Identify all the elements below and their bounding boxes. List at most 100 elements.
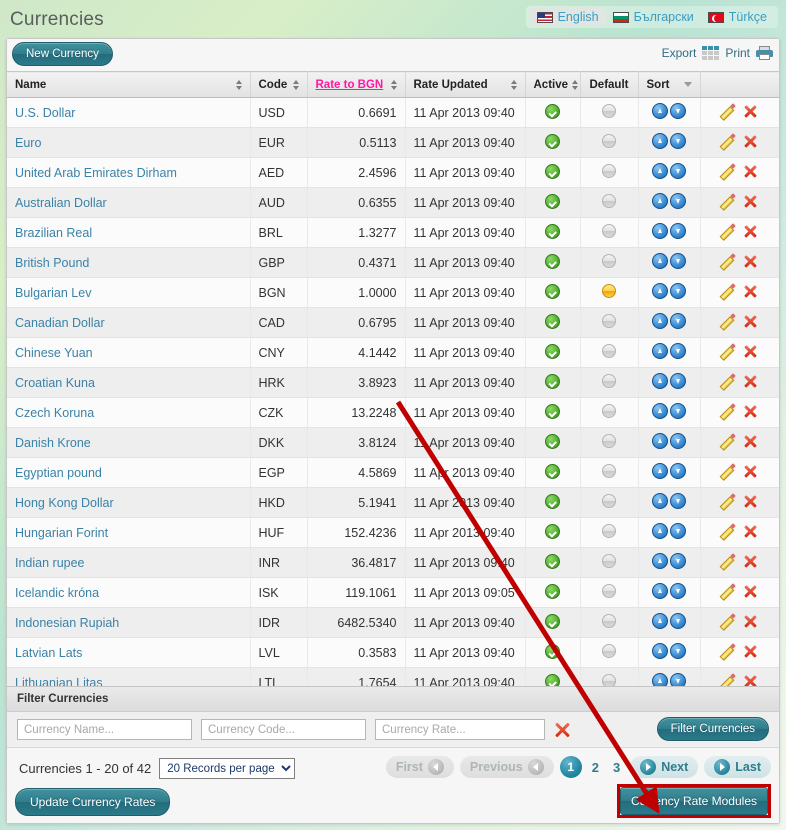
move-up-icon[interactable] bbox=[652, 343, 668, 359]
move-down-icon[interactable] bbox=[670, 673, 686, 686]
column-header-rate-updated[interactable]: Rate Updated bbox=[405, 72, 525, 98]
currency-name-link[interactable]: Bulgarian Lev bbox=[15, 286, 91, 300]
move-up-icon[interactable] bbox=[652, 643, 668, 659]
delete-icon[interactable] bbox=[743, 164, 758, 179]
pagination-previous-button[interactable]: Previous bbox=[460, 756, 554, 778]
move-down-icon[interactable] bbox=[670, 253, 686, 269]
move-up-icon[interactable] bbox=[652, 103, 668, 119]
move-up-icon[interactable] bbox=[652, 403, 668, 419]
edit-icon[interactable] bbox=[722, 464, 737, 479]
currency-name-link[interactable]: U.S. Dollar bbox=[15, 106, 75, 120]
new-currency-button[interactable]: New Currency bbox=[12, 42, 113, 66]
move-down-icon[interactable] bbox=[670, 133, 686, 149]
default-off-icon[interactable] bbox=[602, 644, 616, 658]
move-down-icon[interactable] bbox=[670, 433, 686, 449]
delete-icon[interactable] bbox=[743, 254, 758, 269]
move-up-icon[interactable] bbox=[652, 673, 668, 686]
sort-arrows-icon[interactable] bbox=[293, 80, 299, 90]
currency-name-link[interactable]: British Pound bbox=[15, 256, 89, 270]
move-up-icon[interactable] bbox=[652, 223, 668, 239]
move-down-icon[interactable] bbox=[670, 583, 686, 599]
move-up-icon[interactable] bbox=[652, 523, 668, 539]
default-off-icon[interactable] bbox=[602, 524, 616, 538]
move-up-icon[interactable] bbox=[652, 583, 668, 599]
default-off-icon[interactable] bbox=[602, 194, 616, 208]
currency-name-link[interactable]: Egyptian pound bbox=[15, 466, 102, 480]
move-up-icon[interactable] bbox=[652, 253, 668, 269]
active-check-icon[interactable] bbox=[545, 434, 560, 449]
pagination-next-button[interactable]: Next bbox=[630, 756, 698, 778]
filter-code-input[interactable] bbox=[201, 719, 366, 740]
default-off-icon[interactable] bbox=[602, 464, 616, 478]
sort-arrows-icon[interactable] bbox=[391, 80, 397, 90]
edit-icon[interactable] bbox=[722, 194, 737, 209]
column-header-name[interactable]: Name bbox=[7, 72, 250, 98]
edit-icon[interactable] bbox=[722, 134, 737, 149]
move-down-icon[interactable] bbox=[670, 403, 686, 419]
edit-icon[interactable] bbox=[722, 164, 737, 179]
default-on-icon[interactable] bbox=[602, 284, 616, 298]
move-up-icon[interactable] bbox=[652, 163, 668, 179]
delete-icon[interactable] bbox=[743, 614, 758, 629]
export-grid-icon[interactable] bbox=[702, 46, 719, 60]
filter-currencies-button[interactable]: Filter Currencies bbox=[657, 717, 769, 741]
delete-icon[interactable] bbox=[743, 674, 758, 687]
delete-icon[interactable] bbox=[743, 644, 758, 659]
move-down-icon[interactable] bbox=[670, 553, 686, 569]
currency-name-link[interactable]: Lithuanian Litas bbox=[15, 676, 103, 687]
move-up-icon[interactable] bbox=[652, 283, 668, 299]
filter-name-input[interactable] bbox=[17, 719, 192, 740]
delete-icon[interactable] bbox=[743, 344, 758, 359]
edit-icon[interactable] bbox=[722, 104, 737, 119]
move-up-icon[interactable] bbox=[652, 373, 668, 389]
currency-name-link[interactable]: Latvian Lats bbox=[15, 646, 82, 660]
active-check-icon[interactable] bbox=[545, 254, 560, 269]
currency-name-link[interactable]: Brazilian Real bbox=[15, 226, 92, 240]
delete-icon[interactable] bbox=[743, 494, 758, 509]
active-check-icon[interactable] bbox=[545, 374, 560, 389]
default-off-icon[interactable] bbox=[602, 614, 616, 628]
edit-icon[interactable] bbox=[722, 254, 737, 269]
edit-icon[interactable] bbox=[722, 224, 737, 239]
active-check-icon[interactable] bbox=[545, 494, 560, 509]
pagination-page-3[interactable]: 3 bbox=[609, 760, 624, 775]
move-up-icon[interactable] bbox=[652, 463, 668, 479]
active-check-icon[interactable] bbox=[545, 164, 560, 179]
currency-name-link[interactable]: Australian Dollar bbox=[15, 196, 107, 210]
edit-icon[interactable] bbox=[722, 554, 737, 569]
active-check-icon[interactable] bbox=[545, 614, 560, 629]
move-up-icon[interactable] bbox=[652, 193, 668, 209]
column-header-code[interactable]: Code bbox=[250, 72, 307, 98]
currency-name-link[interactable]: Indonesian Rupiah bbox=[15, 616, 119, 630]
move-down-icon[interactable] bbox=[670, 163, 686, 179]
export-label[interactable]: Export bbox=[662, 46, 697, 60]
move-down-icon[interactable] bbox=[670, 313, 686, 329]
active-check-icon[interactable] bbox=[545, 134, 560, 149]
delete-icon[interactable] bbox=[743, 374, 758, 389]
pagination-last-button[interactable]: Last bbox=[704, 756, 771, 778]
active-check-icon[interactable] bbox=[545, 524, 560, 539]
currency-name-link[interactable]: Euro bbox=[15, 136, 41, 150]
currency-name-link[interactable]: Croatian Kuna bbox=[15, 376, 95, 390]
active-check-icon[interactable] bbox=[545, 344, 560, 359]
column-header-active[interactable]: Active bbox=[525, 72, 580, 98]
delete-icon[interactable] bbox=[743, 194, 758, 209]
move-down-icon[interactable] bbox=[670, 283, 686, 299]
default-off-icon[interactable] bbox=[602, 494, 616, 508]
delete-icon[interactable] bbox=[743, 314, 758, 329]
default-off-icon[interactable] bbox=[602, 344, 616, 358]
column-header-rate-to-bgn[interactable]: Rate to BGN bbox=[307, 72, 405, 98]
move-up-icon[interactable] bbox=[652, 553, 668, 569]
currency-name-link[interactable]: Chinese Yuan bbox=[15, 346, 93, 360]
active-check-icon[interactable] bbox=[545, 554, 560, 569]
active-check-icon[interactable] bbox=[545, 194, 560, 209]
active-check-icon[interactable] bbox=[545, 314, 560, 329]
default-off-icon[interactable] bbox=[602, 104, 616, 118]
default-off-icon[interactable] bbox=[602, 434, 616, 448]
default-off-icon[interactable] bbox=[602, 134, 616, 148]
move-down-icon[interactable] bbox=[670, 493, 686, 509]
active-check-icon[interactable] bbox=[545, 464, 560, 479]
edit-icon[interactable] bbox=[722, 284, 737, 299]
move-down-icon[interactable] bbox=[670, 343, 686, 359]
pagination-page-2[interactable]: 2 bbox=[588, 760, 603, 775]
